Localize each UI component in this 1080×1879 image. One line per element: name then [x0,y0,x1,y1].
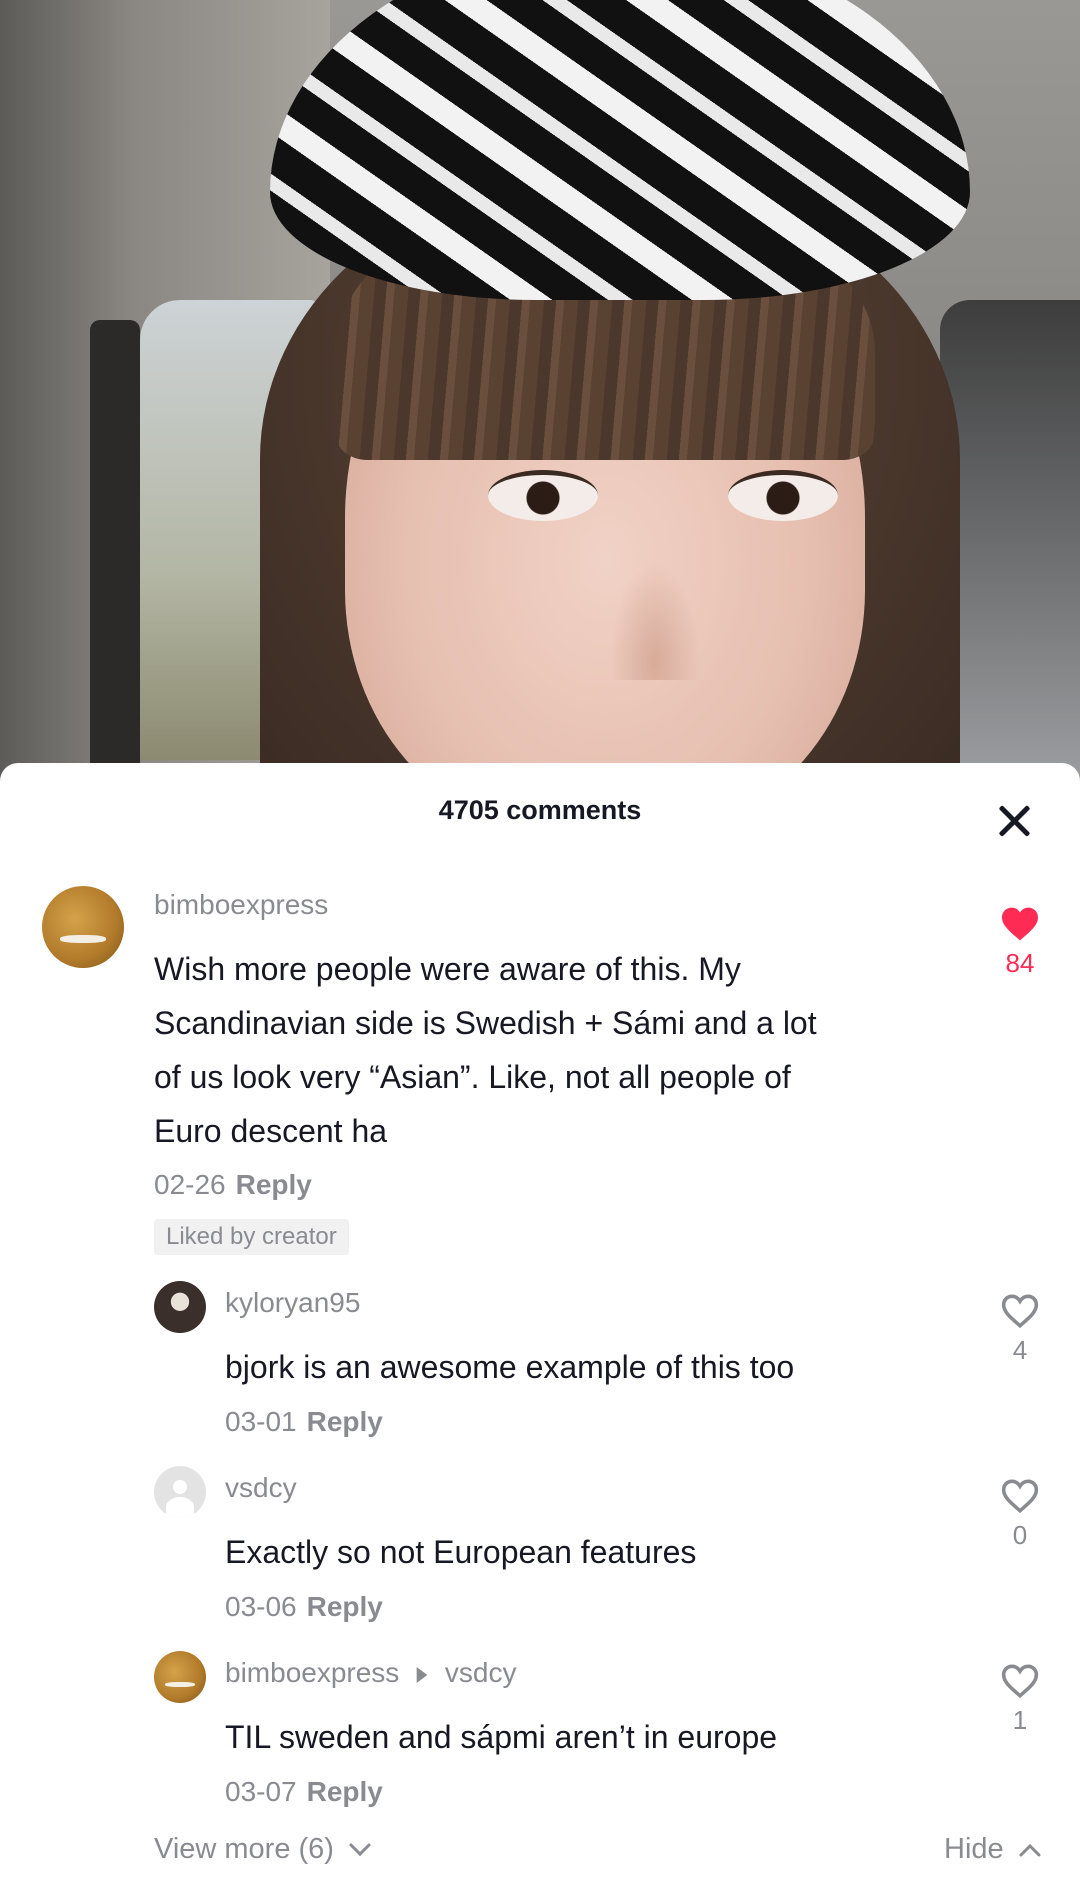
comment-username[interactable]: bimboexpress [154,889,328,921]
like-button[interactable]: 1 [990,1663,1050,1736]
video-player[interactable] [0,0,1080,780]
right-eye [728,470,838,521]
avatar[interactable] [154,1281,206,1333]
like-count: 4 [1012,1335,1028,1365]
comment-meta: 02-26 Reply [154,1169,312,1201]
heart-filled-icon [1002,907,1038,941]
comment-text: Wish more people were aware of this. My … [154,942,934,1158]
avatar[interactable] [154,1651,206,1703]
like-button[interactable]: 0 [990,1478,1050,1551]
comment-text-line: Scandinavian side is Swedish + Sámi and … [154,1005,817,1041]
reply-button[interactable]: Reply [307,1406,383,1437]
close-icon[interactable] [996,803,1032,839]
reply-meta: 03-01 Reply [225,1406,383,1438]
seatbelt [90,320,140,780]
nose [610,560,700,680]
reply-date: 03-01 [225,1406,297,1437]
chevron-down-icon [349,1843,371,1857]
reply-meta: 03-07 Reply [225,1776,383,1808]
reply-text: bjork is an awesome example of this too [225,1349,795,1385]
view-more-replies-button[interactable]: View more (6) [154,1833,372,1866]
reply-username-row: bimboexpress vsdcy [225,1657,516,1689]
reply-text: Exactly so not European features [225,1534,697,1570]
comment-text-line: Wish more people were aware of this. My [154,951,741,987]
reply-date: 03-07 [225,1776,297,1807]
comment-text-line: Euro descent ha [154,1113,388,1149]
avatar[interactable] [154,1466,206,1518]
heart-outline-icon [1001,1664,1039,1699]
caret-right-icon [416,1666,428,1683]
reply-username[interactable]: kyloryan95 [225,1287,360,1319]
like-button[interactable]: 84 [990,906,1050,979]
zebra-beanie [270,0,970,300]
heart-outline-icon [1001,1479,1039,1514]
car-headrest [940,300,1080,780]
avatar[interactable] [42,886,124,968]
reply-button[interactable]: Reply [307,1591,383,1622]
chevron-up-icon [1019,1844,1041,1857]
heart-outline-icon [1001,1294,1039,1329]
like-count: 0 [1012,1520,1028,1550]
view-more-label: View more (6) [154,1833,334,1865]
reply-button[interactable]: Reply [236,1169,312,1200]
like-button[interactable]: 4 [990,1293,1050,1366]
reply-date: 03-06 [225,1591,297,1622]
reply-text: TIL sweden and sápmi aren’t in europe [225,1719,778,1755]
left-eye [488,470,598,521]
reply-to-username[interactable]: vsdcy [445,1657,517,1688]
like-count: 84 [1005,948,1035,978]
liked-by-creator-badge: Liked by creator [154,1219,349,1255]
reply-username[interactable]: bimboexpress [225,1657,399,1688]
comment-date: 02-26 [154,1169,226,1200]
comment-text-line: of us look very “Asian”. Like, not all p… [154,1059,791,1095]
reply-meta: 03-06 Reply [225,1591,383,1623]
like-count: 1 [1012,1705,1028,1735]
hide-replies-button[interactable]: Hide [944,1833,1042,1866]
hide-label: Hide [944,1833,1004,1865]
comments-count-title: 4705 comments [438,795,642,825]
reply-username[interactable]: vsdcy [225,1472,297,1504]
reply-button[interactable]: Reply [307,1776,383,1807]
